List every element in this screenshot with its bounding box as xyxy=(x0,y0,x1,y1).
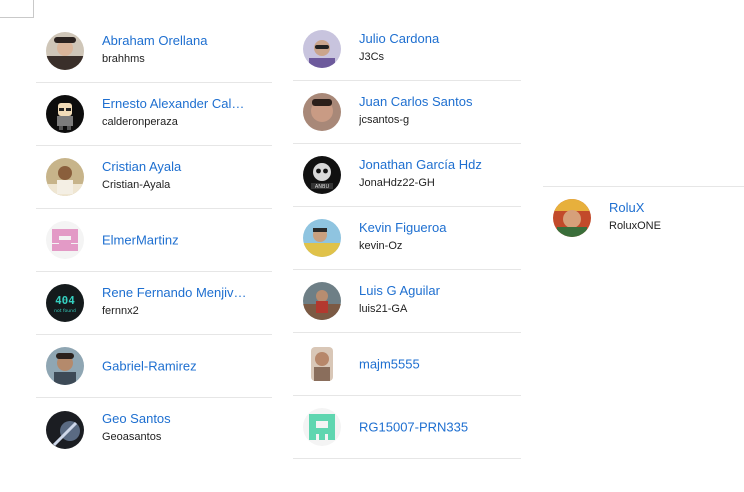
user-login: fernnx2 xyxy=(102,305,139,317)
user-login: kevin-Oz xyxy=(359,240,403,252)
user-row[interactable]: ANBU Jonathan García Hdz JonaHdz22-GH xyxy=(293,144,521,207)
user-column-2: Julio Cardona J3Cs Juan Carlos Santos jc… xyxy=(293,18,521,459)
user-row[interactable]: Luis G Aguilar luis21-GA xyxy=(293,270,521,333)
user-name-link[interactable]: Ernesto Alexander Cal… xyxy=(102,95,248,112)
user-column-3: RoluX RoluxONE xyxy=(543,186,744,249)
identicon-avatar-icon[interactable] xyxy=(303,408,341,446)
user-name-link[interactable]: Luis G Aguilar xyxy=(359,282,497,299)
user-name-link[interactable]: Juan Carlos Santos xyxy=(359,93,497,110)
user-row[interactable]: Geo Santos Geoasantos xyxy=(36,398,272,461)
user-row[interactable]: Kevin Figueroa kevin-Oz xyxy=(293,207,521,270)
user-avatar-icon[interactable] xyxy=(303,93,341,131)
user-login: calderonperaza xyxy=(102,116,178,128)
404-avatar-icon[interactable]: 404 not found xyxy=(46,284,84,322)
svg-text:404: 404 xyxy=(55,294,75,307)
user-name-link[interactable]: RoluX xyxy=(609,199,720,216)
user-name-link[interactable]: Geo Santos xyxy=(102,410,248,427)
user-row[interactable]: Gabriel-Ramirez xyxy=(36,335,272,398)
user-login: J3Cs xyxy=(359,51,385,63)
user-row[interactable]: 404 not found Rene Fernando Menjiv… fernn… xyxy=(36,272,272,335)
user-avatar-icon[interactable] xyxy=(303,345,341,383)
user-name-link[interactable]: Julio Cardona xyxy=(359,30,497,47)
user-name-link[interactable]: Kevin Figueroa xyxy=(359,219,497,236)
user-login: JonaHdz22-GH xyxy=(359,177,435,189)
user-column-1: Abraham Orellana brahhms Ernesto Alexand… xyxy=(36,20,272,461)
user-name-link[interactable]: Abraham Orellana xyxy=(102,32,248,49)
user-name-link[interactable]: majm5555 xyxy=(359,356,497,373)
user-row[interactable]: Abraham Orellana brahhms xyxy=(36,20,272,83)
user-name-link[interactable]: Cristian Ayala xyxy=(102,158,248,175)
corner-frame xyxy=(0,0,34,18)
user-row[interactable]: Juan Carlos Santos jcsantos-g xyxy=(293,81,521,144)
user-row[interactable]: Ernesto Alexander Cal… calderonperaza xyxy=(36,83,272,146)
skull-avatar-icon[interactable]: ANBU xyxy=(303,156,341,194)
user-row[interactable]: Cristian Ayala Cristian-Ayala xyxy=(36,146,272,209)
user-avatar-icon[interactable] xyxy=(303,219,341,257)
cartoon-avatar-icon[interactable] xyxy=(46,95,84,133)
user-name-link[interactable]: ElmerMartinz xyxy=(102,232,248,249)
user-login: Cristian-Ayala xyxy=(102,179,171,191)
user-login: brahhms xyxy=(102,53,145,65)
user-login: jcsantos-g xyxy=(359,114,410,126)
user-login: Geoasantos xyxy=(102,431,162,443)
identicon-avatar-icon[interactable] xyxy=(46,221,84,259)
user-row[interactable]: Julio Cardona J3Cs xyxy=(293,18,521,81)
svg-text:ANBU: ANBU xyxy=(315,184,330,190)
user-avatar-icon[interactable] xyxy=(46,158,84,196)
svg-text:not found: not found xyxy=(54,308,76,314)
user-avatar-icon[interactable] xyxy=(46,410,84,449)
user-row[interactable]: majm5555 xyxy=(293,333,521,396)
user-name-link[interactable]: Jonathan García Hdz xyxy=(359,156,497,173)
user-avatar-icon[interactable] xyxy=(46,32,84,70)
user-avatar-icon[interactable] xyxy=(303,282,341,320)
user-name-link[interactable]: Rene Fernando Menjiv… xyxy=(102,284,248,301)
user-row[interactable]: RG15007-PRN335 xyxy=(293,396,521,459)
user-login: luis21-GA xyxy=(359,303,408,315)
user-row[interactable]: RoluX RoluxONE xyxy=(543,186,744,249)
user-avatar-icon[interactable] xyxy=(46,347,84,385)
user-login: RoluxONE xyxy=(609,220,661,232)
user-avatar-icon[interactable] xyxy=(553,199,591,237)
user-name-link[interactable]: RG15007-PRN335 xyxy=(359,419,497,436)
user-avatar-icon[interactable] xyxy=(303,30,341,68)
user-name-link[interactable]: Gabriel-Ramirez xyxy=(102,358,248,375)
user-row[interactable]: ElmerMartinz xyxy=(36,209,272,272)
